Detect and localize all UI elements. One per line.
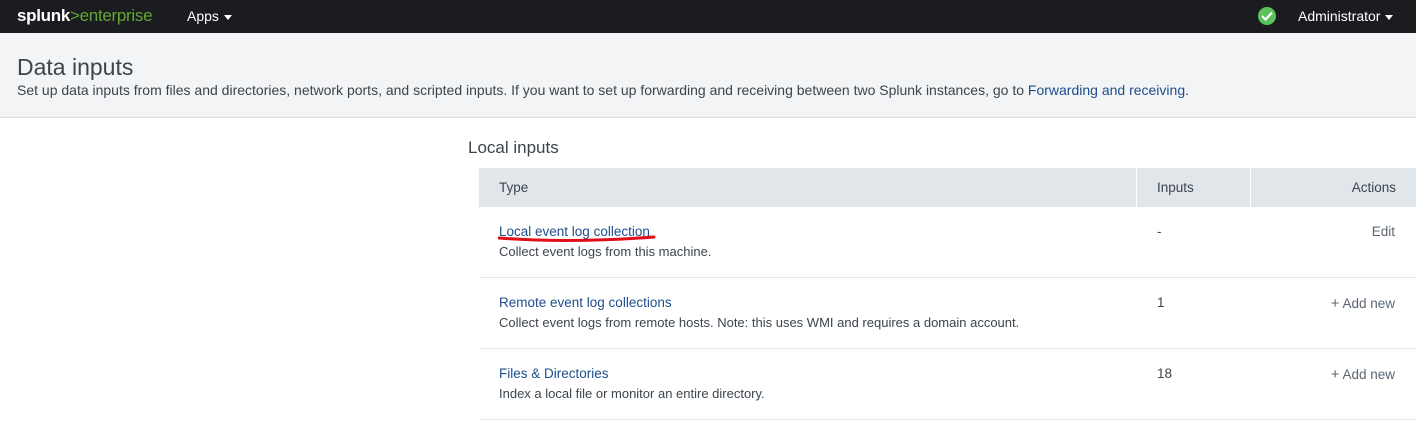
input-type-link[interactable]: Remote event log collections xyxy=(499,295,672,310)
input-type-link[interactable]: Files & Directories xyxy=(499,366,609,381)
column-header-inputs: Inputs xyxy=(1157,180,1194,195)
input-count: - xyxy=(1157,224,1162,239)
user-menu[interactable]: Administrator xyxy=(1298,8,1394,24)
page-header: Data inputs Set up data inputs from file… xyxy=(0,33,1416,118)
plus-icon: + xyxy=(1330,366,1340,383)
table-header: Type Inputs Actions xyxy=(479,168,1416,207)
page-description-text: Set up data inputs from files and direct… xyxy=(17,82,1028,98)
input-count: 1 xyxy=(1157,295,1165,310)
section-title: Local inputs xyxy=(468,138,559,157)
logo-brand: splunk xyxy=(17,6,70,25)
action-label: Edit xyxy=(1371,224,1395,239)
splunk-logo[interactable]: splunk>enterprise xyxy=(17,6,153,26)
apps-menu-label: Apps xyxy=(187,8,219,24)
action-label: Add new xyxy=(1342,296,1395,311)
apps-menu[interactable]: Apps xyxy=(187,8,232,24)
chevron-down-icon xyxy=(223,14,232,20)
user-menu-label: Administrator xyxy=(1298,8,1381,24)
annotation-underline xyxy=(498,235,656,242)
page-title: Data inputs xyxy=(17,54,134,80)
column-divider xyxy=(1136,168,1137,207)
check-circle-icon[interactable] xyxy=(1258,7,1276,25)
edit-button[interactable]: Edit xyxy=(1372,224,1395,239)
column-header-actions: Actions xyxy=(1351,180,1396,195)
page-description: Set up data inputs from files and direct… xyxy=(17,82,1189,98)
logo-separator: > xyxy=(70,6,80,25)
input-type-description: Collect event logs from this machine. xyxy=(499,244,712,259)
forwarding-receiving-link[interactable]: Forwarding and receiving xyxy=(1028,82,1185,98)
column-divider xyxy=(1250,168,1251,207)
page-description-end: . xyxy=(1185,82,1189,98)
add-new-button[interactable]: + Add new xyxy=(1331,366,1395,383)
chevron-down-icon xyxy=(1385,14,1394,20)
input-count: 18 xyxy=(1157,366,1173,381)
logo-product: enterprise xyxy=(79,6,153,25)
action-label: Add new xyxy=(1342,367,1395,382)
input-type-description: Collect event logs from remote hosts. No… xyxy=(499,315,1020,330)
column-header-type: Type xyxy=(499,180,529,195)
top-navbar: splunk>enterprise Apps Administrator xyxy=(0,0,1416,33)
main-content: Local inputs Type Inputs Actions Local e… xyxy=(0,118,1416,424)
add-new-button[interactable]: + Add new xyxy=(1331,295,1395,312)
table-row: Files & Directories Index a local file o… xyxy=(479,349,1416,420)
plus-icon: + xyxy=(1330,295,1340,312)
input-type-description: Index a local file or monitor an entire … xyxy=(499,386,765,401)
table-row: Remote event log collections Collect eve… xyxy=(479,278,1416,349)
